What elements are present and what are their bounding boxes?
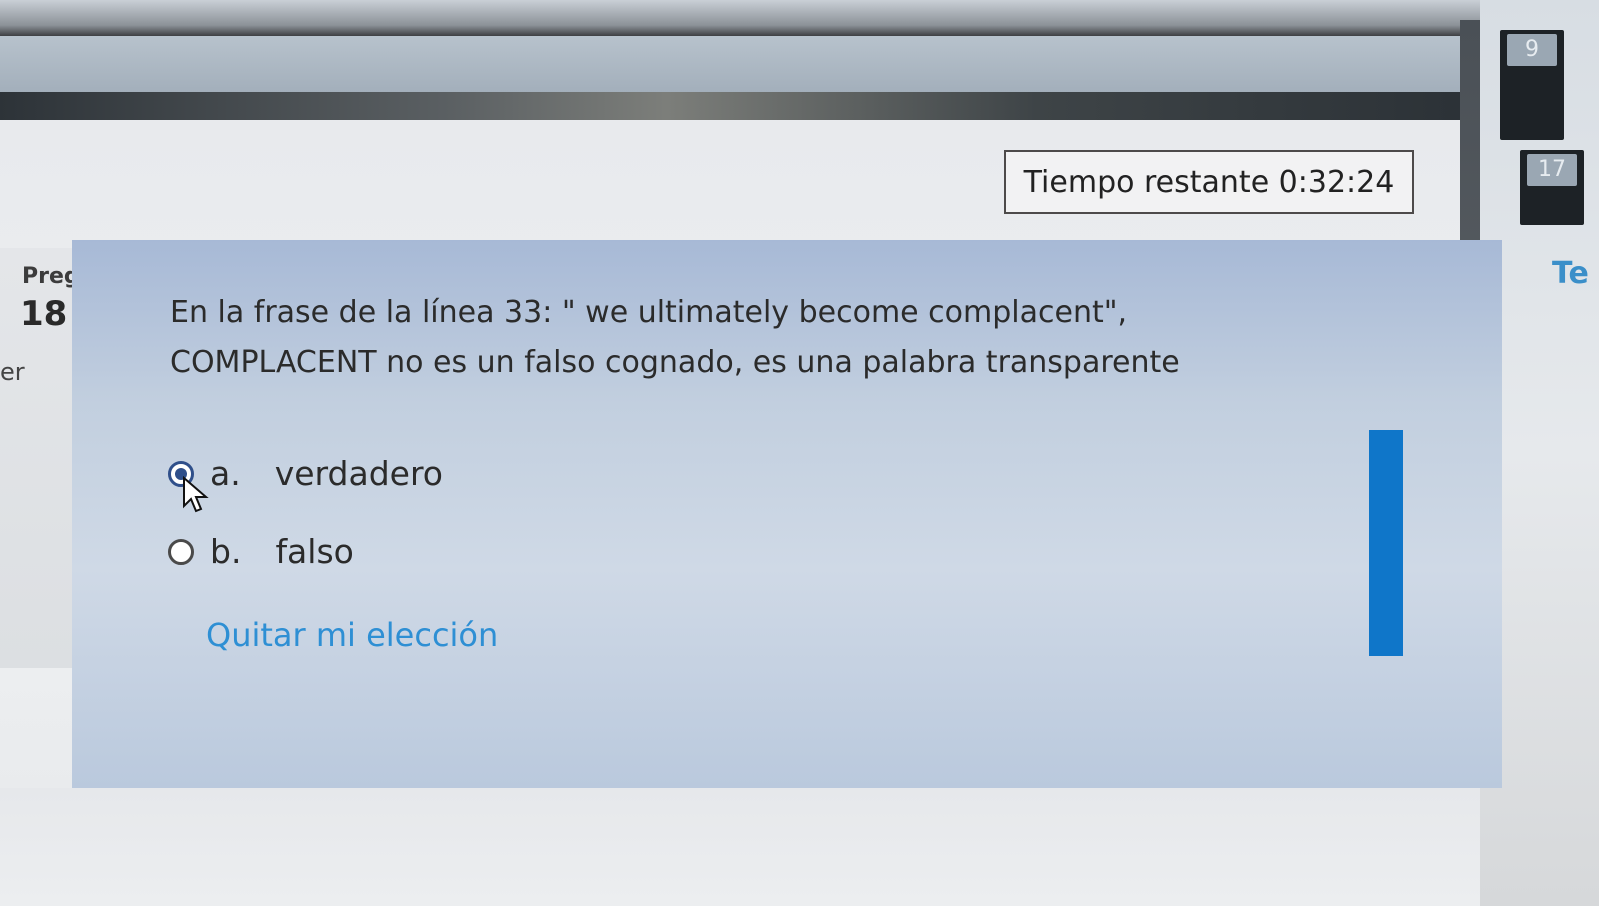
- screen: 9 17 Te Tiempo restante 0:32:24 Pregun 1…: [0, 0, 1599, 906]
- question-info-panel: Pregun 18 er: [0, 248, 111, 668]
- answer-letter: b.: [210, 532, 242, 571]
- page-bottom: [0, 788, 1480, 906]
- question-text: En la frase de la línea 33: " we ultimat…: [170, 288, 1320, 388]
- header-strip: [0, 36, 1480, 92]
- answer-text[interactable]: verdadero: [275, 454, 443, 493]
- accent-bar: [1369, 430, 1403, 656]
- mouse-pointer-icon: [183, 476, 209, 513]
- radio-button-b[interactable]: [168, 538, 194, 565]
- nav-number: 9: [1507, 34, 1557, 66]
- question-card: En la frase de la línea 33: " we ultimat…: [72, 240, 1502, 788]
- answer-text[interactable]: falso: [275, 532, 353, 571]
- nav-partial-text: Te: [1552, 256, 1589, 291]
- answer-option-b[interactable]: b. falso: [168, 532, 354, 571]
- question-line-1: En la frase de la línea 33: " we ultimat…: [170, 295, 1128, 330]
- answer-letter: a.: [210, 454, 241, 493]
- nav-number: 17: [1527, 154, 1577, 186]
- question-info-extra: er: [0, 358, 25, 386]
- navbar-band: [0, 92, 1480, 120]
- nav-button-9[interactable]: 9: [1500, 30, 1564, 140]
- timer-display: Tiempo restante 0:32:24: [1004, 150, 1414, 214]
- question-line-2: COMPLACENT no es un falso cognado, es un…: [170, 345, 1180, 380]
- top-bezel: [0, 0, 1599, 36]
- question-number: 18: [20, 294, 68, 334]
- clear-choice-link[interactable]: Quitar mi elección: [206, 616, 498, 654]
- nav-button-17[interactable]: 17: [1520, 150, 1584, 225]
